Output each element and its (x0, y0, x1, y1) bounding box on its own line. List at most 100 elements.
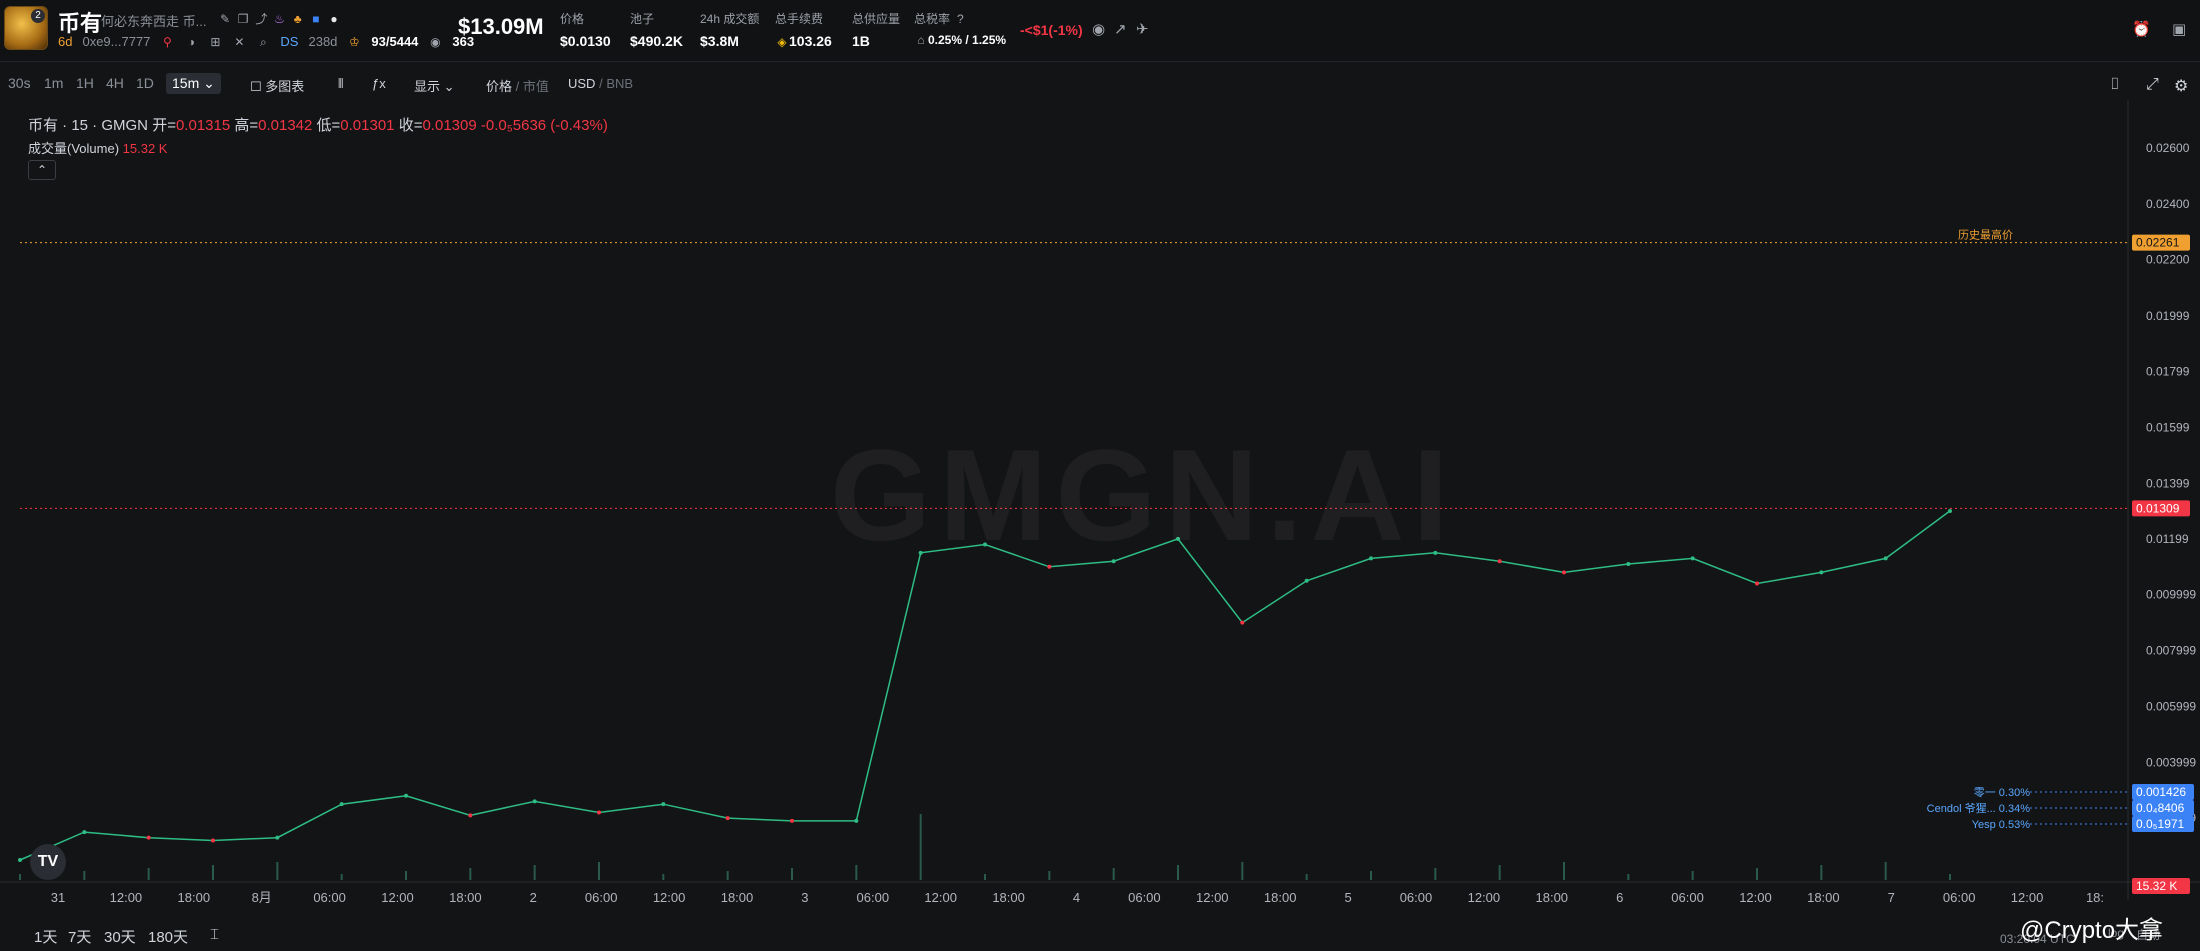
current-price-label: 0.01309 (2136, 501, 2180, 515)
x-tick-label: 06:00 (1943, 890, 1976, 905)
view-toggle-icon[interactable]: ◉ (1092, 20, 1105, 38)
search-icon[interactable]: ⌕ (256, 35, 270, 49)
volume-bar (1691, 871, 1694, 880)
price-point (339, 802, 344, 807)
token-logo[interactable]: 2 (4, 6, 48, 50)
price-point (1755, 581, 1759, 586)
y-tick-label: 0.009999 (2146, 588, 2196, 602)
ohlc-legend: 币有 · 15 · GMGN 开=0.01315 高=0.01342 低=0.0… (28, 117, 608, 134)
verified-icon: ■ (312, 12, 320, 26)
camera-icon[interactable]: ⌷ (2110, 76, 2120, 94)
y-tick-label: 0.007999 (2146, 644, 2196, 658)
volume-bar (212, 865, 214, 880)
multi-chart-checkbox[interactable]: ☐ 多图表 (250, 76, 304, 95)
timeframe-4h[interactable]: 4H (106, 75, 124, 91)
price-point (854, 818, 859, 823)
watermark: GMGN.AI (830, 422, 1457, 568)
volume-bar (1498, 865, 1501, 880)
indicators-icon[interactable]: ƒx (372, 76, 386, 91)
y-tick-label: 0.003999 (2146, 755, 2196, 769)
token-header: 2 币有 何必东奔西走 币... ✎ ❐ ⤴ ♨ ♣ ■ ● 6d 0xe9..… (0, 0, 2200, 62)
price-point (1497, 559, 1502, 564)
edit-icon[interactable]: ✎ (218, 12, 232, 26)
volume-bar (1563, 862, 1565, 880)
x-tick-label: 18:00 (1264, 890, 1297, 905)
y-tick-label: 0.02400 (2146, 197, 2190, 211)
price-point (1562, 570, 1566, 575)
x-tick-label: 12:00 (381, 890, 414, 905)
price-mcap-toggle[interactable]: 价格 / 市值 (486, 76, 549, 95)
ath-label: 历史最高价 (1958, 228, 2013, 242)
volume-bar (469, 868, 472, 880)
timeframe-15m[interactable]: 15m ⌄ (166, 73, 221, 94)
range-7d[interactable]: 7天 (68, 926, 91, 947)
y-tick-label: 0.01599 (2146, 420, 2190, 434)
volume-bar (83, 871, 86, 880)
display-dropdown[interactable]: 显示 ⌄ (414, 76, 455, 95)
position-value: 0.001426 (2136, 785, 2186, 799)
layout-icon[interactable]: ▣ (2172, 20, 2186, 38)
stat-price: 价格 $0.0130 (560, 12, 611, 49)
price-point (404, 793, 408, 798)
x-tick-label: 5 (1344, 890, 1351, 905)
volume-bar (598, 862, 600, 880)
x-tick-label: 18:00 (1807, 890, 1840, 905)
x-tick-label: 31 (51, 890, 65, 905)
timeframe-1d[interactable]: 1D (136, 75, 154, 91)
smile-icon: ● (330, 12, 338, 26)
position-label: Cendol 爷猩... 0.34% (1927, 801, 2031, 815)
x-tick-label: 12:00 (1739, 890, 1772, 905)
price-point (597, 810, 601, 815)
bsc-icon[interactable]: ◑ (184, 35, 198, 49)
x-tick-label: 8月 (252, 890, 272, 905)
help-icon[interactable]: ? (953, 12, 967, 26)
pin-icon[interactable]: ✈ (1136, 20, 1149, 38)
external-link-icon[interactable]: ↗ (1114, 20, 1127, 38)
volume-bar (1949, 874, 1951, 880)
volume-bar (1048, 871, 1051, 880)
x-tick-label: 18: (2086, 890, 2104, 905)
date-range-icon[interactable]: ⌶ (210, 926, 219, 943)
ds-label: DS (280, 34, 299, 49)
range-30d[interactable]: 30天 (104, 926, 136, 947)
eye-icon: ◉ (430, 34, 441, 49)
volume-bar (855, 865, 858, 880)
timeframe-30s[interactable]: 30s (8, 75, 31, 91)
x-tick-label: 06:00 (313, 890, 346, 905)
y-tick-label: 0.02600 (2146, 141, 2190, 155)
website-icon[interactable]: ⊞ (208, 35, 222, 49)
link-icon[interactable]: ⚲ (160, 35, 174, 49)
range-bar: 1天 7天 30天 180天 ⌶ log 自动 (0, 920, 2200, 951)
volume-bar (19, 874, 21, 880)
price-point (1819, 570, 1824, 575)
checkbox-icon: ☐ (250, 79, 262, 94)
volume-bar (1627, 874, 1630, 880)
currency-toggle[interactable]: USD / BNB (568, 76, 633, 91)
volume-value-label: 15.32 K (2136, 879, 2177, 893)
price-change: -<$1(-1%) (1020, 22, 1083, 38)
chart-toolbar: 30s 1m 1H 4H 1D 15m ⌄ ☐ 多图表 ⫴ ƒx 显示 ⌄ 价格… (0, 70, 2200, 100)
share-icon[interactable]: ⤴ (254, 12, 268, 26)
collapse-legend-button[interactable]: ⌃ (28, 160, 56, 180)
stat-tax: 总税率 ? ⌂ 0.25% / 1.25% (914, 12, 1007, 47)
contract-address[interactable]: 0xe9...7777 (82, 34, 150, 49)
price-point (1883, 556, 1888, 561)
twitter-icon[interactable]: ✕ (232, 35, 246, 49)
volume-bar (276, 862, 279, 880)
copy-icon[interactable]: ❐ (236, 12, 250, 26)
timeframe-1h[interactable]: 1H (76, 75, 94, 91)
timeframe-1m[interactable]: 1m (44, 75, 63, 91)
price-point (532, 799, 537, 804)
settings-icon[interactable]: ⚙ (2174, 76, 2188, 96)
x-tick-label: 18:00 (721, 890, 754, 905)
volume-bar (1112, 868, 1115, 880)
alarm-icon[interactable]: ⏰ (2132, 20, 2151, 38)
header-action-icons: ✎ ❐ ⤴ ♨ ♣ ■ ● (218, 10, 341, 27)
range-180d[interactable]: 180天 (148, 926, 188, 947)
candle-type-icon[interactable]: ⫴ (338, 76, 343, 92)
x-tick-label: 3 (801, 890, 808, 905)
x-tick-label: 06:00 (1671, 890, 1704, 905)
tradingview-logo[interactable]: TV (30, 844, 66, 880)
fullscreen-icon[interactable]: ⤢ (2146, 76, 2159, 94)
range-1d[interactable]: 1天 (34, 926, 57, 947)
